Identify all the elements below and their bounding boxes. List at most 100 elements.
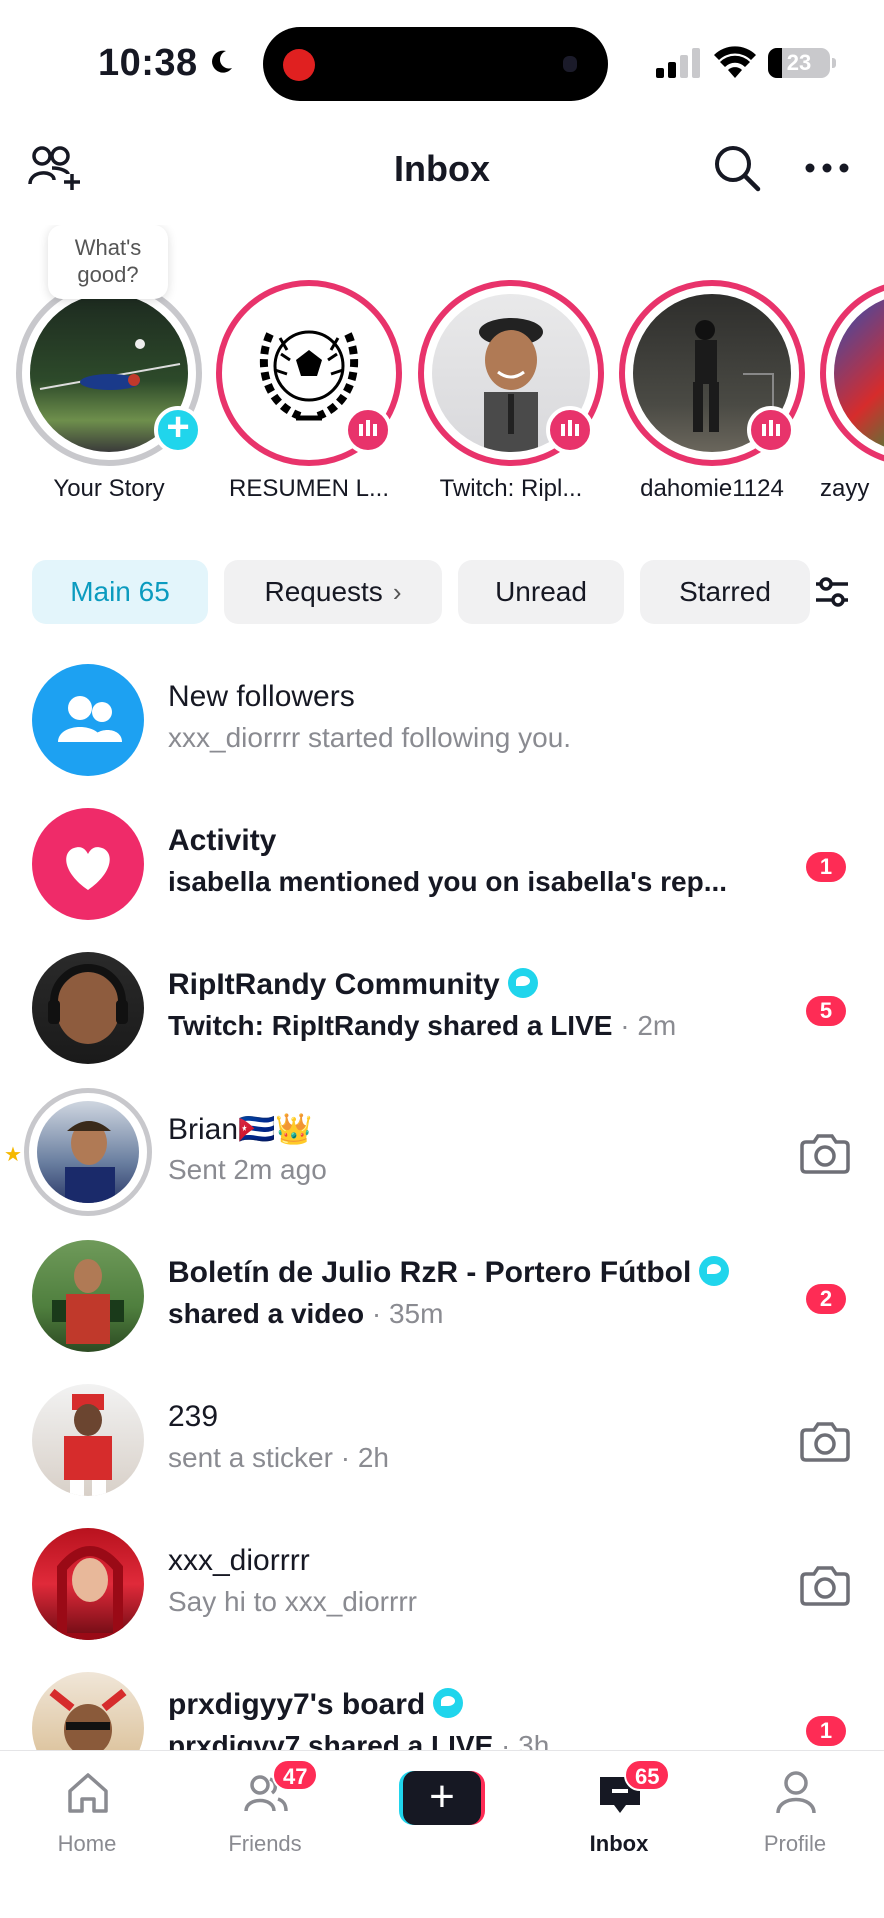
camera-icon[interactable] — [800, 1132, 850, 1174]
row-subtitle-text: shared a video — [168, 1298, 365, 1329]
inbox-header: Inbox — [0, 130, 884, 206]
battery-level: 23 — [786, 50, 812, 75]
create-button[interactable]: + — [399, 1771, 485, 1825]
list-item-activity[interactable]: Activity isabella mentioned you on isabe… — [0, 794, 884, 938]
unread-count-badge: 5 — [806, 996, 846, 1026]
row-time: · 2h — [332, 1442, 389, 1473]
filter-settings-icon[interactable] — [812, 568, 852, 616]
story-item[interactable]: RESUMEN L... — [216, 280, 406, 510]
live-badge-icon — [344, 406, 392, 454]
avatar — [32, 1384, 144, 1496]
row-subtitle: isabella mentioned you on isabella's rep… — [168, 866, 728, 897]
nav-home[interactable]: Home — [22, 1765, 152, 1875]
heart-icon — [32, 808, 144, 920]
row-subtitle-text: prxdigyy7 shared a LIVE — [168, 1730, 494, 1750]
nav-inbox-label: Inbox — [589, 1831, 649, 1856]
nav-friends-label: Friends — [228, 1831, 302, 1856]
story-name: Your Story — [53, 475, 165, 502]
row-subtitle-text: Twitch: RipItRandy shared a LIVE — [168, 1010, 613, 1041]
row-subtitle: shared a video · 35m — [168, 1298, 443, 1330]
community-icon — [433, 1688, 464, 1718]
home-icon — [68, 1773, 108, 1813]
row-title: 239 — [168, 1400, 219, 1433]
row-subtitle: prxdigyy7 shared a LIVE · 3h — [168, 1730, 549, 1750]
recording-indicator — [283, 49, 315, 81]
live-badge-icon — [546, 406, 594, 454]
unread-count-badge: 2 — [806, 1284, 846, 1314]
list-item-chat[interactable]: prxdigyy7's board prxdigyy7 shared a LIV… — [0, 1658, 884, 1750]
status-bar: 10:38 23 — [0, 0, 884, 120]
row-title: xxx_diorrrr — [168, 1544, 310, 1577]
community-icon — [507, 968, 538, 998]
more-icon[interactable] — [804, 158, 850, 178]
row-title: Activity — [168, 824, 277, 857]
row-subtitle-text: sent a sticker — [168, 1442, 333, 1473]
story-name: dahomie1124 — [640, 475, 784, 502]
tab-starred-label: Starred — [679, 576, 771, 607]
list-item-chat[interactable]: RipItRandy Community Twitch: RipItRandy … — [0, 938, 884, 1082]
chevron-right-icon: › — [392, 577, 402, 607]
row-title: Brian🇨🇺👑 — [168, 1113, 313, 1146]
battery-nub — [832, 58, 836, 68]
avatar — [37, 1101, 139, 1203]
followers-icon — [32, 664, 144, 776]
row-title-text: prxdigyy7's board — [168, 1688, 426, 1721]
status-bubble[interactable]: What's good? — [48, 225, 168, 299]
wifi-icon — [714, 46, 756, 78]
list-item-chat[interactable]: ★ Brian🇨🇺👑 Sent 2m ago — [0, 1082, 884, 1226]
story-name: zayy — [820, 475, 870, 502]
friends-badge: 47 — [272, 1759, 319, 1791]
nav-friends[interactable]: 47 Friends — [200, 1759, 330, 1875]
search-icon[interactable] — [713, 144, 761, 192]
inbox-badge: 65 — [624, 1759, 671, 1791]
unread-count-badge: 1 — [806, 1716, 846, 1746]
nav-profile[interactable]: Profile — [730, 1765, 860, 1875]
nav-profile-label: Profile — [763, 1831, 827, 1856]
tab-unread-label: Unread — [495, 576, 587, 607]
row-subtitle: Twitch: RipItRandy shared a LIVE · 2m — [168, 1010, 676, 1042]
row-subtitle: Sent 2m ago — [168, 1154, 327, 1185]
signal-icon — [656, 48, 700, 78]
inbox-list: New followers xxx_diorrrr started follow… — [0, 650, 884, 1750]
avatar — [32, 1240, 144, 1352]
row-subtitle: xxx_diorrrr started following you. — [168, 722, 572, 753]
nav-home-label: Home — [57, 1831, 117, 1856]
story-item[interactable]: zayy — [820, 280, 884, 510]
story-item[interactable]: Twitch: Ripl... — [418, 280, 608, 510]
bottom-nav: Home 47 Friends + 65 Inbox Profile — [0, 1750, 884, 1918]
row-title: New followers — [168, 680, 355, 713]
list-item-chat[interactable]: 239 sent a sticker · 2h — [0, 1370, 884, 1514]
tab-requests-label: Requests — [264, 576, 383, 607]
row-title-text: Boletín de Julio RzR - Portero Fútbol — [168, 1256, 692, 1289]
tab-main-label: Main 65 — [70, 576, 170, 607]
moon-icon — [212, 50, 232, 73]
community-icon — [699, 1256, 730, 1286]
row-time: · 2m — [612, 1010, 677, 1041]
tab-unread[interactable]: Unread — [458, 560, 624, 624]
story-name: Twitch: Ripl... — [439, 475, 583, 502]
row-title-text: RipItRandy Community — [168, 968, 500, 1001]
story-your-story[interactable]: + Your Story — [16, 280, 206, 510]
row-time: · 3h — [493, 1730, 550, 1750]
story-name: RESUMEN L... — [228, 475, 390, 502]
tab-requests[interactable]: Requests › — [224, 560, 442, 624]
tab-starred[interactable]: Starred — [640, 560, 810, 624]
nav-inbox[interactable]: 65 Inbox — [554, 1759, 684, 1875]
story-item[interactable]: dahomie1124 — [619, 280, 809, 510]
stories-row: What's good? + Your Story RESUMEN L... T… — [0, 225, 884, 515]
plus-icon: + — [403, 1771, 481, 1825]
list-item-chat[interactable]: Boletín de Julio RzR - Portero Fútbol sh… — [0, 1226, 884, 1370]
avatar — [32, 1528, 144, 1640]
status-time: 10:38 — [98, 42, 198, 84]
list-item-chat[interactable]: xxx_diorrrr Say hi to xxx_diorrrr — [0, 1514, 884, 1658]
camera-dot — [563, 56, 577, 72]
camera-icon[interactable] — [800, 1564, 850, 1606]
row-time: · 35m — [364, 1298, 444, 1329]
avatar — [32, 952, 144, 1064]
live-badge-icon — [747, 406, 795, 454]
tab-main[interactable]: Main 65 — [32, 560, 208, 624]
add-story-button[interactable]: + — [154, 406, 202, 454]
profile-icon — [776, 1771, 816, 1814]
camera-icon[interactable] — [800, 1420, 850, 1462]
list-item-new-followers[interactable]: New followers xxx_diorrrr started follow… — [0, 650, 884, 794]
